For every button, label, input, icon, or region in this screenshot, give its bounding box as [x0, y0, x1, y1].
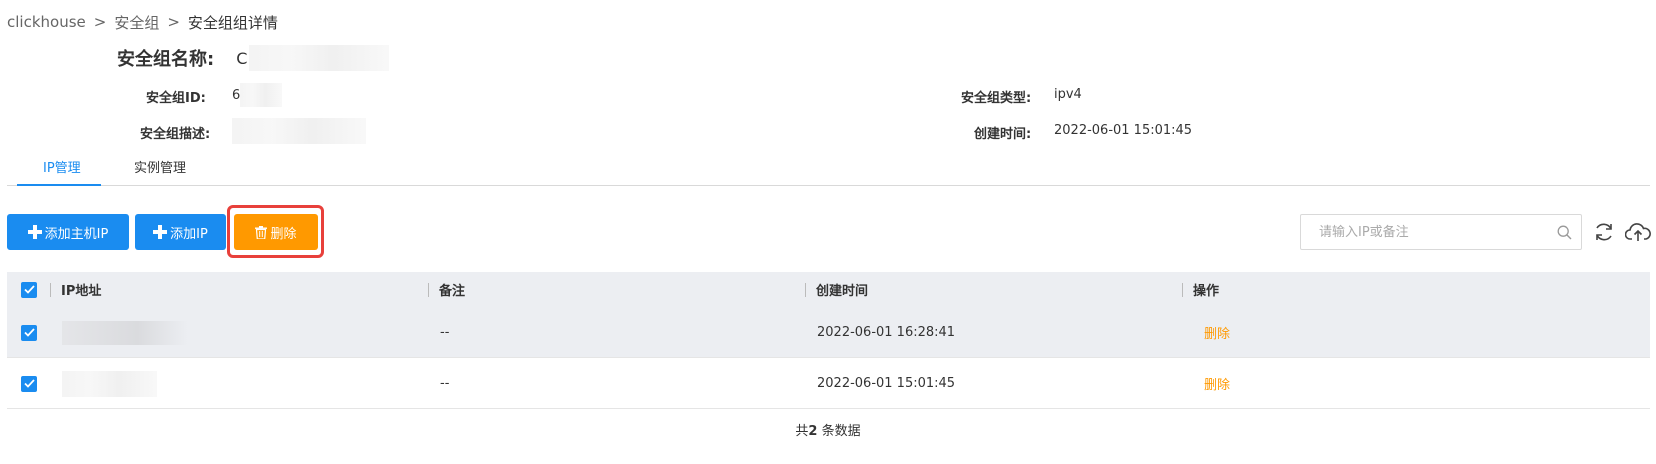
- breadcrumb-separator: >: [167, 13, 180, 31]
- created-time-value: 2022-06-01 15:01:45: [1054, 123, 1193, 138]
- row-delete-link[interactable]: 删除: [1204, 358, 1230, 409]
- table-row[interactable]: -- 2022-06-01 15:01:45 删除: [7, 358, 1650, 409]
- column-header-created-label: 创建时间: [816, 284, 869, 299]
- column-header-ip-label: IP地址: [61, 284, 102, 299]
- security-group-id-text: 6: [232, 87, 241, 103]
- tab-ip-management[interactable]: IP管理: [17, 152, 101, 186]
- row-ip: [62, 307, 188, 358]
- column-header-action-label: 操作: [1193, 284, 1220, 299]
- redacted-block: [232, 118, 366, 144]
- security-group-desc-value: [232, 118, 366, 144]
- refresh-icon[interactable]: [1591, 219, 1617, 245]
- column-header-note-label: 备注: [439, 284, 466, 299]
- security-group-name-row: 安全组名称: C: [117, 44, 390, 72]
- add-ip-button[interactable]: 添加IP: [135, 214, 226, 250]
- breadcrumb-item-security-group[interactable]: 安全组: [114, 12, 159, 33]
- column-header-action: 操作: [1182, 272, 1219, 307]
- security-group-type-value: ipv4: [1054, 87, 1082, 102]
- security-group-id-label: 安全组ID:: [146, 91, 206, 106]
- delete-button[interactable]: 删除: [234, 214, 318, 250]
- search-box: [1300, 214, 1582, 250]
- security-group-name-value: C: [236, 45, 390, 71]
- security-group-id-value: 6: [232, 83, 283, 107]
- security-group-type-label: 安全组类型:: [961, 91, 1032, 106]
- security-group-name-label: 安全组名称:: [117, 49, 215, 70]
- breadcrumb-current: 安全组组详情: [187, 13, 278, 32]
- record-count-prefix: 共: [795, 424, 809, 439]
- delete-label: 删除: [270, 226, 297, 242]
- search-icon[interactable]: [1547, 215, 1581, 249]
- search-input[interactable]: [1301, 215, 1547, 249]
- table-row[interactable]: -- 2022-06-01 16:28:41 删除: [7, 307, 1650, 358]
- plus-icon: [153, 225, 168, 239]
- trash-icon: [255, 225, 268, 239]
- row-note: --: [440, 325, 450, 340]
- row-checkbox[interactable]: [21, 324, 37, 341]
- row-note: --: [440, 376, 450, 391]
- cloud-upload-icon[interactable]: [1623, 219, 1653, 245]
- select-all-checkbox[interactable]: [21, 281, 37, 298]
- row-checkbox[interactable]: [21, 375, 37, 392]
- add-host-ip-label: 添加主机IP: [44, 226, 109, 242]
- table-header: IP地址 备注 创建时间 操作: [7, 272, 1650, 307]
- add-ip-label: 添加IP: [170, 226, 208, 242]
- tab-bar: IP管理 实例管理: [7, 152, 1650, 186]
- created-time-label: 创建时间:: [974, 127, 1032, 142]
- plus-icon: [27, 225, 42, 239]
- row-delete-link[interactable]: 删除: [1204, 307, 1230, 358]
- row-ip: [62, 358, 157, 409]
- column-header-note: 备注: [428, 272, 465, 307]
- redacted-block: [249, 45, 390, 71]
- redacted-block: [62, 320, 188, 345]
- redacted-block: [240, 83, 283, 107]
- security-group-name-text: C: [236, 48, 248, 68]
- row-select-cell: [21, 358, 37, 409]
- select-all-cell: [21, 272, 37, 307]
- redacted-block: [62, 370, 157, 397]
- column-header-ip: IP地址: [50, 272, 101, 307]
- security-group-desc-label: 安全组描述:: [140, 127, 211, 142]
- column-header-created: 创建时间: [805, 272, 868, 307]
- ip-table: IP地址 备注 创建时间 操作 -- 2022-06-01 16:28:41 删…: [7, 272, 1650, 409]
- breadcrumb-separator: >: [93, 13, 107, 31]
- breadcrumb: clickhouse > 安全组 > 安全组组详情: [7, 11, 278, 33]
- record-count: 共2 条数据: [0, 420, 1656, 439]
- row-created: 2022-06-01 15:01:45: [817, 376, 956, 391]
- row-created: 2022-06-01 16:28:41: [817, 325, 956, 340]
- add-host-ip-button[interactable]: 添加主机IP: [7, 214, 129, 250]
- breadcrumb-item-clickhouse[interactable]: clickhouse: [7, 13, 86, 31]
- tab-instance-management[interactable]: 实例管理: [134, 152, 186, 186]
- row-select-cell: [21, 307, 37, 358]
- record-count-suffix: 条数据: [817, 424, 861, 439]
